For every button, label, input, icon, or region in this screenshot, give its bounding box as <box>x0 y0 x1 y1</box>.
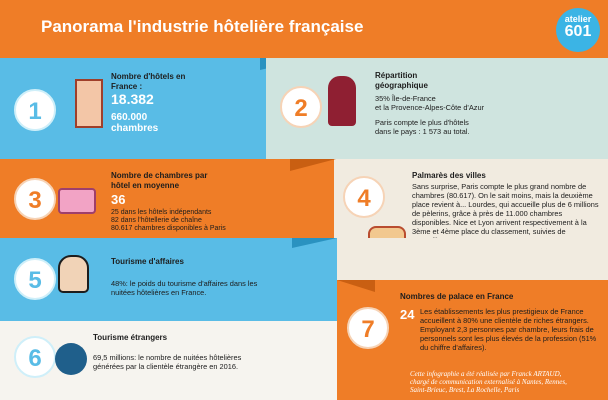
item-3-detail-2: 82 dans l'hôtellerie de chaîne <box>111 217 202 224</box>
item-5-title: Tourisme d'affaires <box>111 257 184 266</box>
item-7-title: Nombres de palace en France <box>400 292 514 301</box>
item-3-detail-1: 25 dans les hôtels indépendants <box>111 209 212 216</box>
item-7-number: 7 <box>347 307 389 349</box>
section-4-bottom <box>337 238 608 280</box>
section-5-shadow <box>292 238 337 248</box>
item-1-hotels: 18.382 <box>111 91 154 107</box>
item-1-number: 1 <box>14 89 56 131</box>
item-6-text: 69,5 millions: le nombre de nuitées hôte… <box>93 353 242 371</box>
businessman-icon <box>58 255 89 293</box>
item-7-value: 24 <box>400 307 415 322</box>
page-title: Panorama l'industrie hôtelière française <box>41 17 364 36</box>
item-2-title: Répartition géographique <box>375 71 428 90</box>
credit-text: Cette infographie a été réalisée par Fra… <box>410 370 567 394</box>
item-2-line3: Paris compte le plus d'hôtels dans le pa… <box>375 118 470 136</box>
item-5-text: 48%: le poids du tourisme d'affaires dan… <box>111 279 258 297</box>
item-2-line1: 35% Île-de-France <box>375 94 436 103</box>
item-3-title: Nombre de chambres par hôtel en moyenne <box>111 171 208 190</box>
item-4-title: Palmarès des villes <box>412 171 486 180</box>
logo-text-num: 601 <box>564 23 592 40</box>
item-3-detail-3: 80.617 chambres disponibles à Paris <box>111 225 226 232</box>
item-2-line2: et la Provence-Alpes-Côte d'Azur <box>375 103 485 112</box>
item-4-text: Sans surprise, Paris compte le plus gran… <box>412 182 599 245</box>
item-6-number: 6 <box>14 336 56 378</box>
globe-icon <box>55 343 87 375</box>
item-5-number: 5 <box>14 258 56 300</box>
item-1-rooms-label: chambres <box>111 123 159 134</box>
item-1-rooms-value: 660.000 <box>111 112 148 123</box>
hotel-icon <box>75 79 103 128</box>
item-6-title: Tourisme étrangers <box>93 333 168 342</box>
section-3-shadow <box>290 159 336 171</box>
section-7-shadow <box>337 280 375 292</box>
item-3-value: 36 <box>111 192 126 207</box>
item-3-number: 3 <box>14 178 56 220</box>
item-1-title: Nombre d'hôtels en France : <box>111 72 186 91</box>
bellboy-icon <box>328 76 356 126</box>
bed-icon <box>58 188 96 214</box>
item-4-number: 4 <box>343 176 385 218</box>
item-2-number: 2 <box>280 86 322 128</box>
item-7-text: Les établissements les plus prestigieux … <box>420 307 597 352</box>
